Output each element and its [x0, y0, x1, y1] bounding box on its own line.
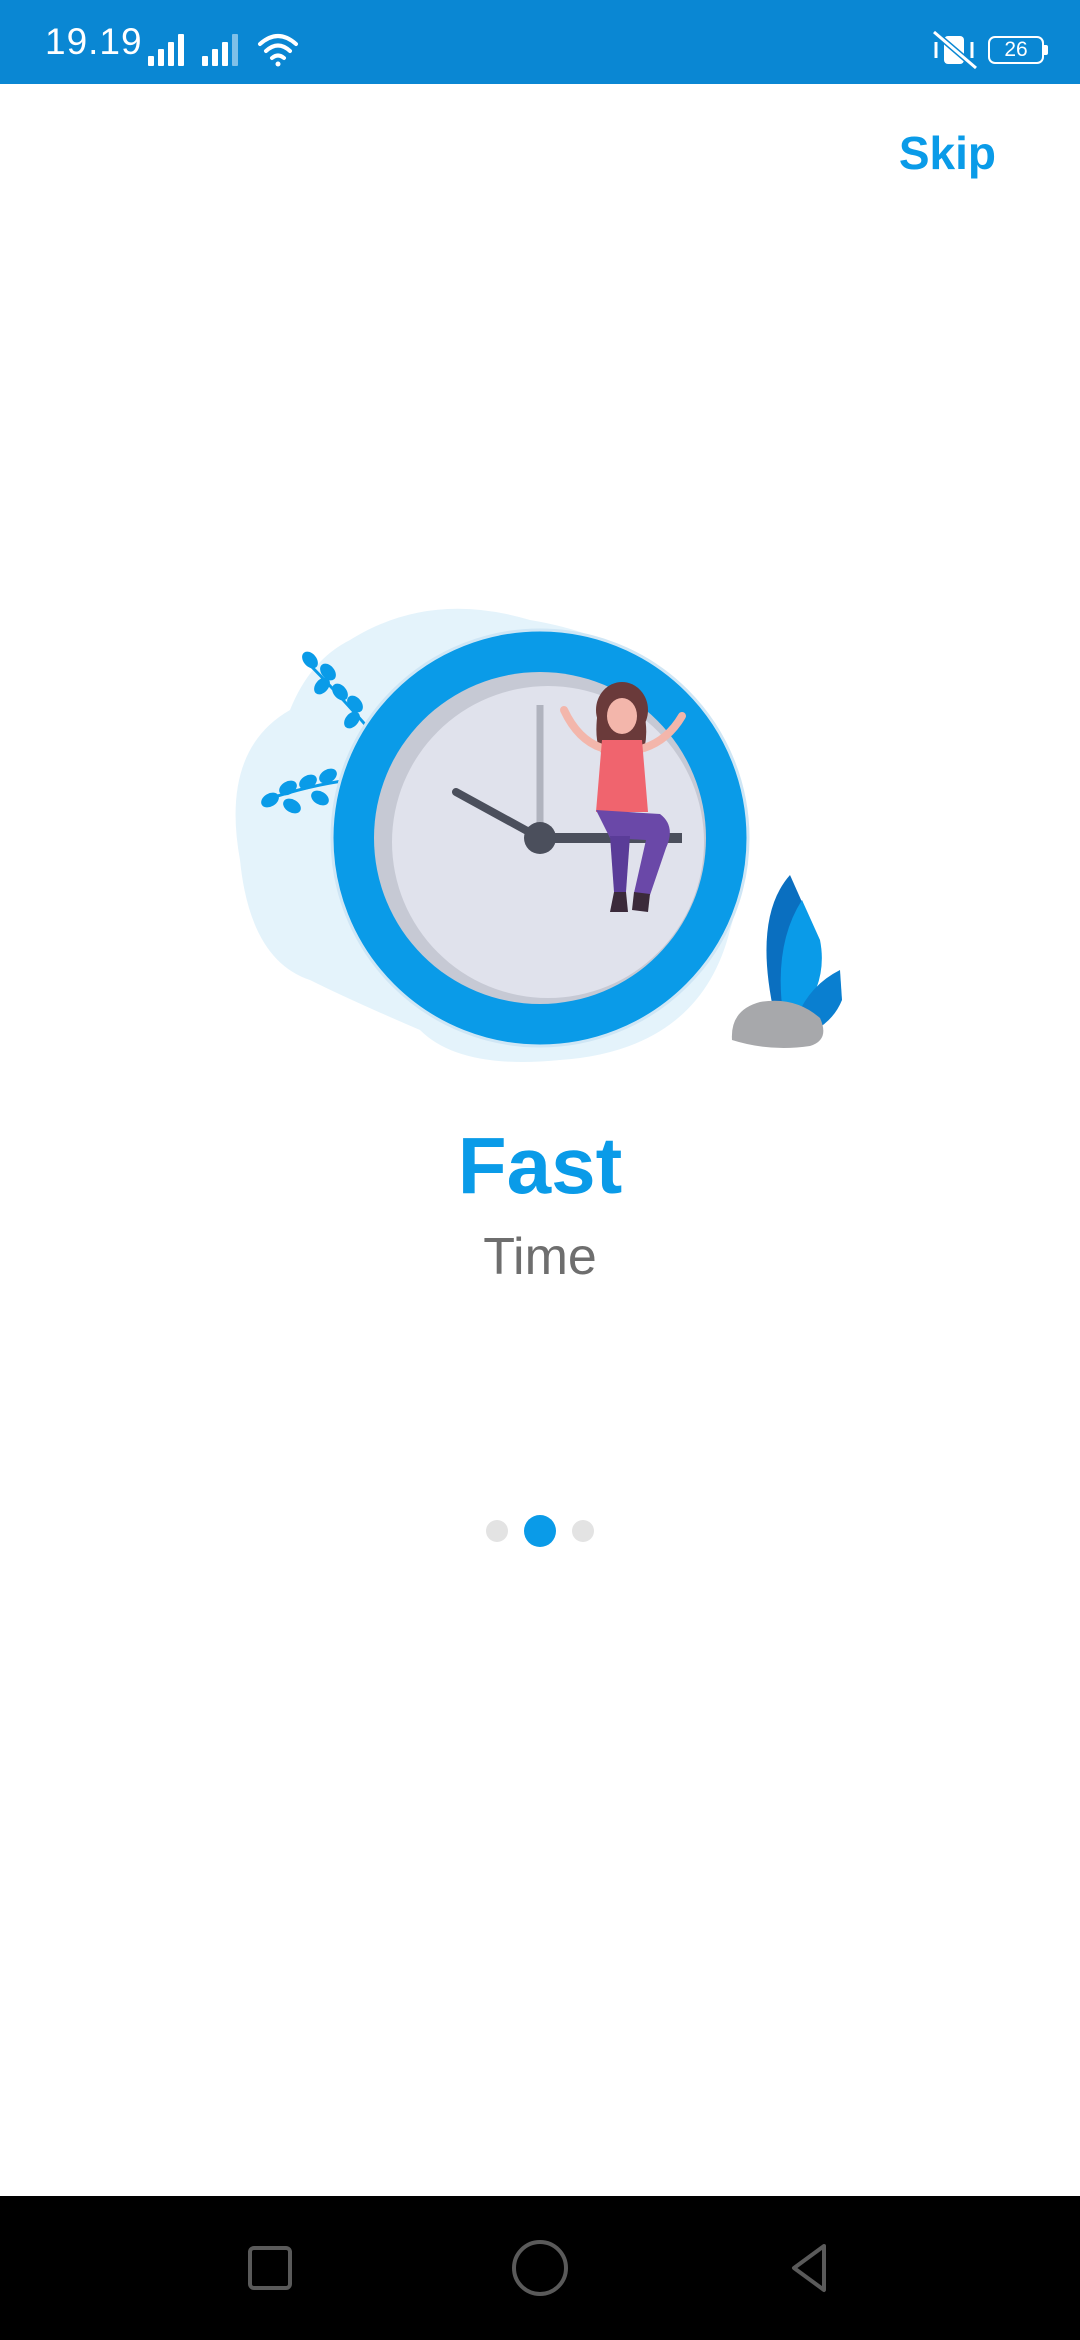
battery-indicator: 26: [988, 36, 1044, 64]
battery-tip: [1044, 45, 1048, 55]
page-indicator: [484, 1512, 596, 1550]
status-bar: 19.19 26: [0, 0, 1080, 84]
vibrate-mute-icon: [932, 30, 978, 70]
signal-1-icon: [148, 34, 184, 66]
clock-woman-illustration: [235, 608, 842, 1062]
signal-wifi-icons: [148, 34, 298, 67]
status-right-icons: 26: [930, 30, 1050, 70]
clock-center: [524, 822, 556, 854]
onboarding-title: Fast: [457, 1121, 623, 1210]
page-dot-3[interactable]: [572, 1520, 594, 1542]
recent-apps-square-icon[interactable]: [238, 2236, 302, 2300]
page-dot-2-active[interactable]: [524, 1515, 556, 1547]
back-triangle-icon[interactable]: [778, 2236, 842, 2300]
home-circle-icon[interactable]: [508, 2236, 572, 2300]
wifi-icon: [258, 34, 298, 67]
page-dot-1[interactable]: [486, 1520, 508, 1542]
skip-button[interactable]: Skip: [899, 126, 996, 180]
system-nav-bar: [0, 2196, 1080, 2340]
signal-2-icon: [202, 34, 238, 66]
status-time: 19.19: [45, 21, 143, 62]
onboarding-subtitle: Time: [483, 1228, 597, 1286]
